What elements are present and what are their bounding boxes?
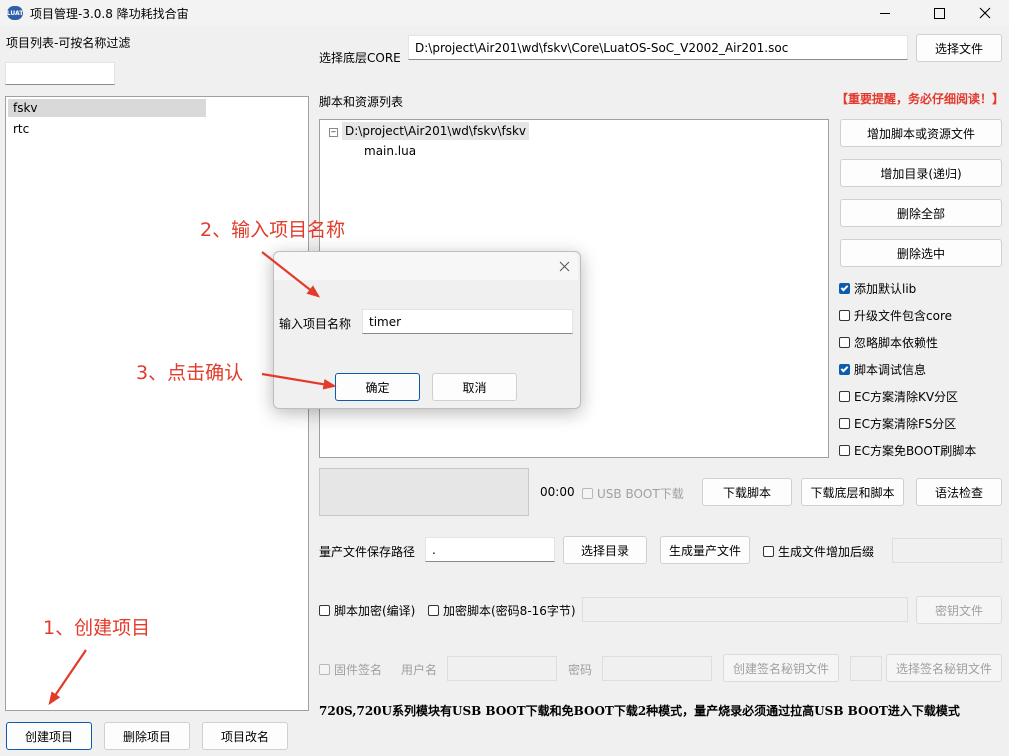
arrow-step3: [261, 372, 337, 390]
annotation-arrows: [48, 251, 337, 706]
arrow-step1: [48, 649, 87, 706]
arrow-step2: [261, 251, 321, 298]
